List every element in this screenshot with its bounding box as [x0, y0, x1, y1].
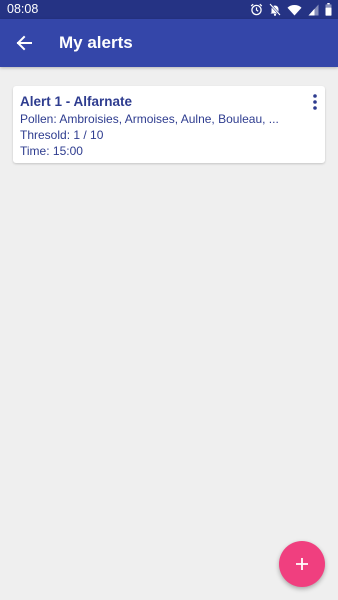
alert-threshold: Thresold: 1 / 10 [20, 128, 104, 142]
alert-title: Alert 1 - Alfarnate [20, 94, 133, 109]
battery-icon [325, 3, 332, 16]
alert-time: Time: 15:00 [20, 144, 83, 158]
app-bar: My alerts [0, 19, 338, 67]
cellular-signal-icon [308, 4, 319, 15]
back-button[interactable] [8, 27, 40, 59]
notifications-off-icon [269, 3, 281, 16]
alarm-icon [250, 3, 263, 16]
status-icons [250, 3, 332, 16]
more-vertical-icon [313, 94, 317, 110]
wifi-icon [287, 4, 302, 15]
alert-card[interactable]: Alert 1 - Alfarnate Pollen: Ambroisies, … [13, 86, 325, 163]
plus-icon [296, 558, 308, 570]
status-bar: 08:08 [0, 0, 338, 19]
arrow-back-icon [16, 35, 32, 51]
add-alert-button[interactable] [279, 541, 325, 587]
alert-menu-button[interactable] [307, 92, 323, 112]
page-title: My alerts [59, 33, 133, 52]
status-time: 08:08 [7, 2, 39, 16]
alert-pollen: Pollen: Ambroisies, Armoises, Aulne, Bou… [20, 112, 279, 126]
